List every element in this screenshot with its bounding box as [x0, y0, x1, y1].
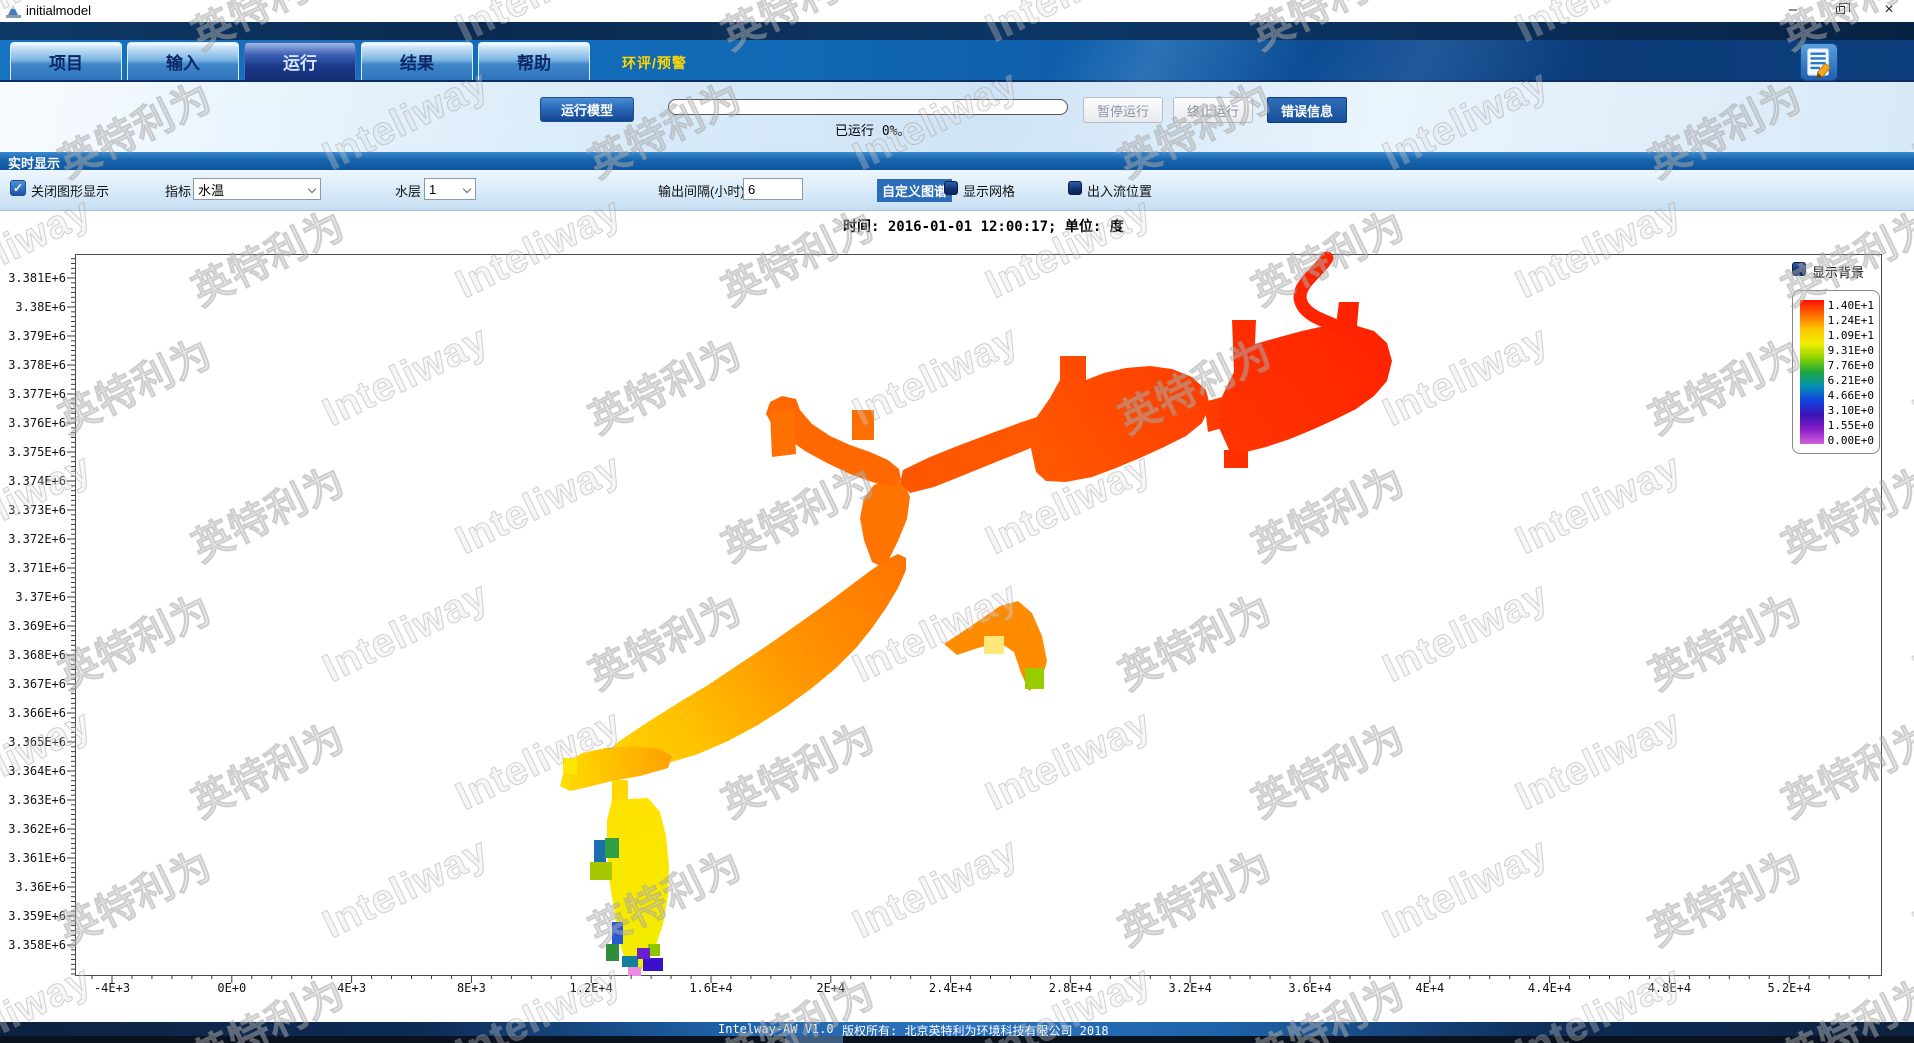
legend-value: 1.09E+1	[1828, 330, 1874, 341]
legend-values: 1.40E+1 1.24E+1 1.09E+1 9.31E+0 7.76E+0 6.21E…	[1828, 300, 1874, 446]
tab-4[interactable]: 结果	[361, 42, 473, 80]
legend-value: 3.10E+0	[1828, 405, 1874, 416]
app-version: Intelway-AW V1.0	[718, 1022, 834, 1036]
pause-run-button[interactable]: 暂停运行	[1083, 97, 1163, 123]
bottom-strip	[0, 1036, 1914, 1043]
tab-5[interactable]: 帮助	[478, 42, 590, 80]
top-band	[0, 22, 1914, 40]
show-background-checkbox[interactable]	[1792, 262, 1806, 276]
close-graph-checkbox[interactable]: ✓	[10, 180, 26, 196]
progress-status-text: 已运行 0%。	[835, 120, 910, 139]
flow-position-checkbox[interactable]	[1068, 181, 1082, 195]
document-edit-icon[interactable]	[1800, 43, 1838, 81]
progress-bar	[668, 99, 1068, 115]
output-interval-input[interactable]	[743, 178, 803, 200]
legend-value: 4.66E+0	[1828, 390, 1874, 401]
legend-value: 9.31E+0	[1828, 345, 1874, 356]
close-graph-label: 关闭图形显示	[31, 181, 109, 200]
indicator-label: 指标	[165, 181, 191, 200]
ribbon: 项目输入运行结果帮助	[0, 40, 1914, 82]
indicator-select[interactable]: 水温	[193, 178, 321, 200]
time-caption: 时间: 2016-01-01 12:00:17; 单位: 度	[843, 216, 1124, 236]
layer-label: 水层	[395, 181, 421, 200]
output-interval-label: 输出间隔(小时)	[658, 181, 745, 200]
run-toolbar: 运行模型 暂停运行 终止运行 错误信息 已运行 0%。	[0, 82, 1914, 152]
bottom-strip-segment	[785, 1036, 843, 1043]
tab-env-warning[interactable]: 环评/预警	[622, 53, 687, 73]
application-window: initialmodel – × 项目输入运行结果帮助 环评/预警 运行模型 暂…	[0, 0, 1914, 1043]
legend-value: 6.21E+0	[1828, 375, 1874, 386]
show-background-label: 显示背景	[1812, 262, 1864, 281]
realtime-display-header: 实时显示	[0, 152, 1914, 170]
status-bar: Intelway-AW V1.0 版权所有: 北京英特利为环境科技有限公司 20…	[0, 1022, 1914, 1036]
flow-position-label: 出入流位置	[1087, 181, 1152, 200]
title-bar: initialmodel – ×	[0, 0, 1914, 22]
tab-3[interactable]: 运行	[244, 42, 356, 80]
restore-icon[interactable]	[1820, 0, 1862, 22]
chevron-down-icon	[463, 185, 471, 193]
plot-border	[75, 254, 1882, 976]
restore-glyph-icon	[1836, 6, 1845, 14]
realtime-controls: ✓ 关闭图形显示 指标 水温 水层 1 输出间隔(小时) 自定义图谱 显示网格 …	[0, 170, 1914, 211]
layer-select[interactable]: 1	[424, 178, 476, 200]
tab-2[interactable]: 输入	[127, 42, 239, 80]
show-grid-label: 显示网格	[963, 181, 1015, 200]
tab-1[interactable]: 项目	[10, 42, 122, 80]
error-info-button[interactable]: 错误信息	[1267, 97, 1347, 123]
layer-value: 1	[429, 182, 436, 197]
chevron-down-icon	[308, 185, 316, 193]
app-icon	[6, 4, 21, 18]
legend-value: 7.76E+0	[1828, 360, 1874, 371]
legend-color-bar	[1800, 300, 1824, 444]
legend-value: 1.24E+1	[1828, 315, 1874, 326]
color-legend: 1.40E+1 1.24E+1 1.09E+1 9.31E+0 7.76E+0 6.21E…	[1792, 290, 1880, 454]
window-title: initialmodel	[26, 3, 91, 18]
legend-value: 1.55E+0	[1828, 420, 1874, 431]
minimize-icon[interactable]: –	[1772, 0, 1814, 22]
close-icon[interactable]: ×	[1868, 0, 1910, 22]
legend-value: 1.40E+1	[1828, 300, 1874, 311]
indicator-value: 水温	[198, 180, 224, 199]
legend-value: 0.00E+0	[1828, 435, 1874, 446]
stop-run-button[interactable]: 终止运行	[1173, 97, 1253, 123]
show-grid-checkbox[interactable]	[944, 181, 958, 195]
custom-spectrum-button[interactable]: 自定义图谱	[877, 179, 952, 202]
run-model-button[interactable]: 运行模型	[540, 97, 634, 122]
